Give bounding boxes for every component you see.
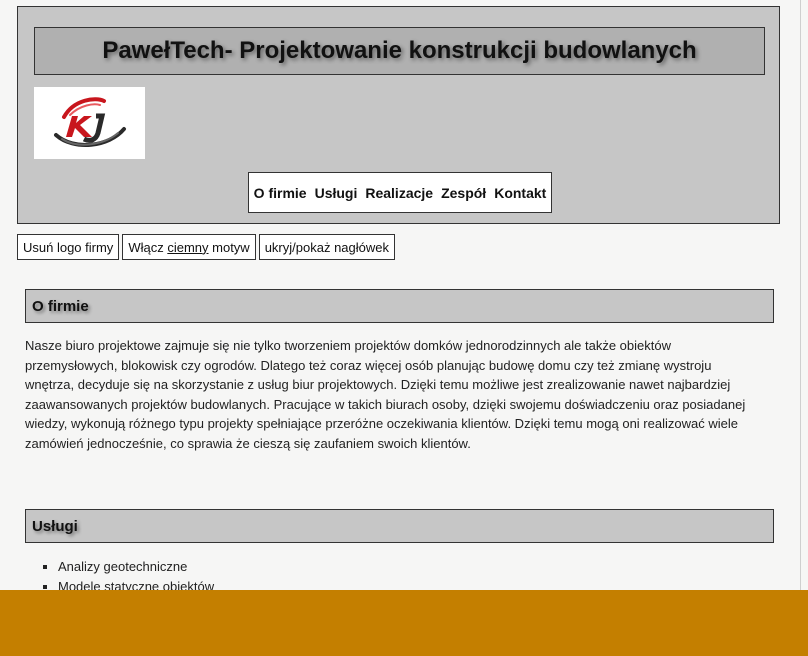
- services-heading: Usługi: [32, 517, 78, 535]
- title-box: PawełTech- Projektowanie konstrukcji bud…: [34, 27, 765, 75]
- toggle-header-label: ukryj/pokaż nagłówek: [264, 239, 389, 255]
- bottom-bar: [0, 590, 808, 656]
- nav-link-o-firmie[interactable]: O firmie: [254, 185, 307, 201]
- control-buttons: Usuń logo firmy Włącz ciemny motyw ukryj…: [17, 234, 395, 260]
- dark-theme-word: ciemny: [167, 239, 209, 255]
- nav-link-zespol[interactable]: Zespół: [441, 185, 486, 201]
- toggle-header-button[interactable]: ukryj/pokaż nagłówek: [258, 234, 395, 260]
- nav-link-realizacje[interactable]: Realizacje: [365, 185, 433, 201]
- main-nav: O firmie Usługi Realizacje Zespół Kontak…: [248, 172, 552, 213]
- kj-logo-icon: [34, 87, 145, 159]
- about-heading: O firmie: [32, 297, 89, 315]
- nav-link-kontakt[interactable]: Kontakt: [494, 185, 546, 201]
- remove-logo-button[interactable]: Usuń logo firmy: [17, 234, 120, 260]
- dark-theme-suffix: motyw: [212, 239, 250, 255]
- dark-theme-button[interactable]: Włącz ciemny motyw: [122, 234, 256, 260]
- site-header: PawełTech- Projektowanie konstrukcji bud…: [17, 6, 780, 224]
- about-section-header: O firmie: [25, 289, 774, 323]
- page-title: PawełTech- Projektowanie konstrukcji bud…: [102, 37, 697, 64]
- nav-link-uslugi[interactable]: Usługi: [315, 185, 358, 201]
- remove-logo-label: Usuń logo firmy: [23, 239, 114, 255]
- about-text: Nasze biuro projektowe zajmuje się nie t…: [25, 338, 746, 451]
- list-item: Analizy geotechniczne: [58, 557, 214, 577]
- services-section-header: Usługi: [25, 509, 774, 543]
- dark-theme-prefix: Włącz: [128, 239, 164, 255]
